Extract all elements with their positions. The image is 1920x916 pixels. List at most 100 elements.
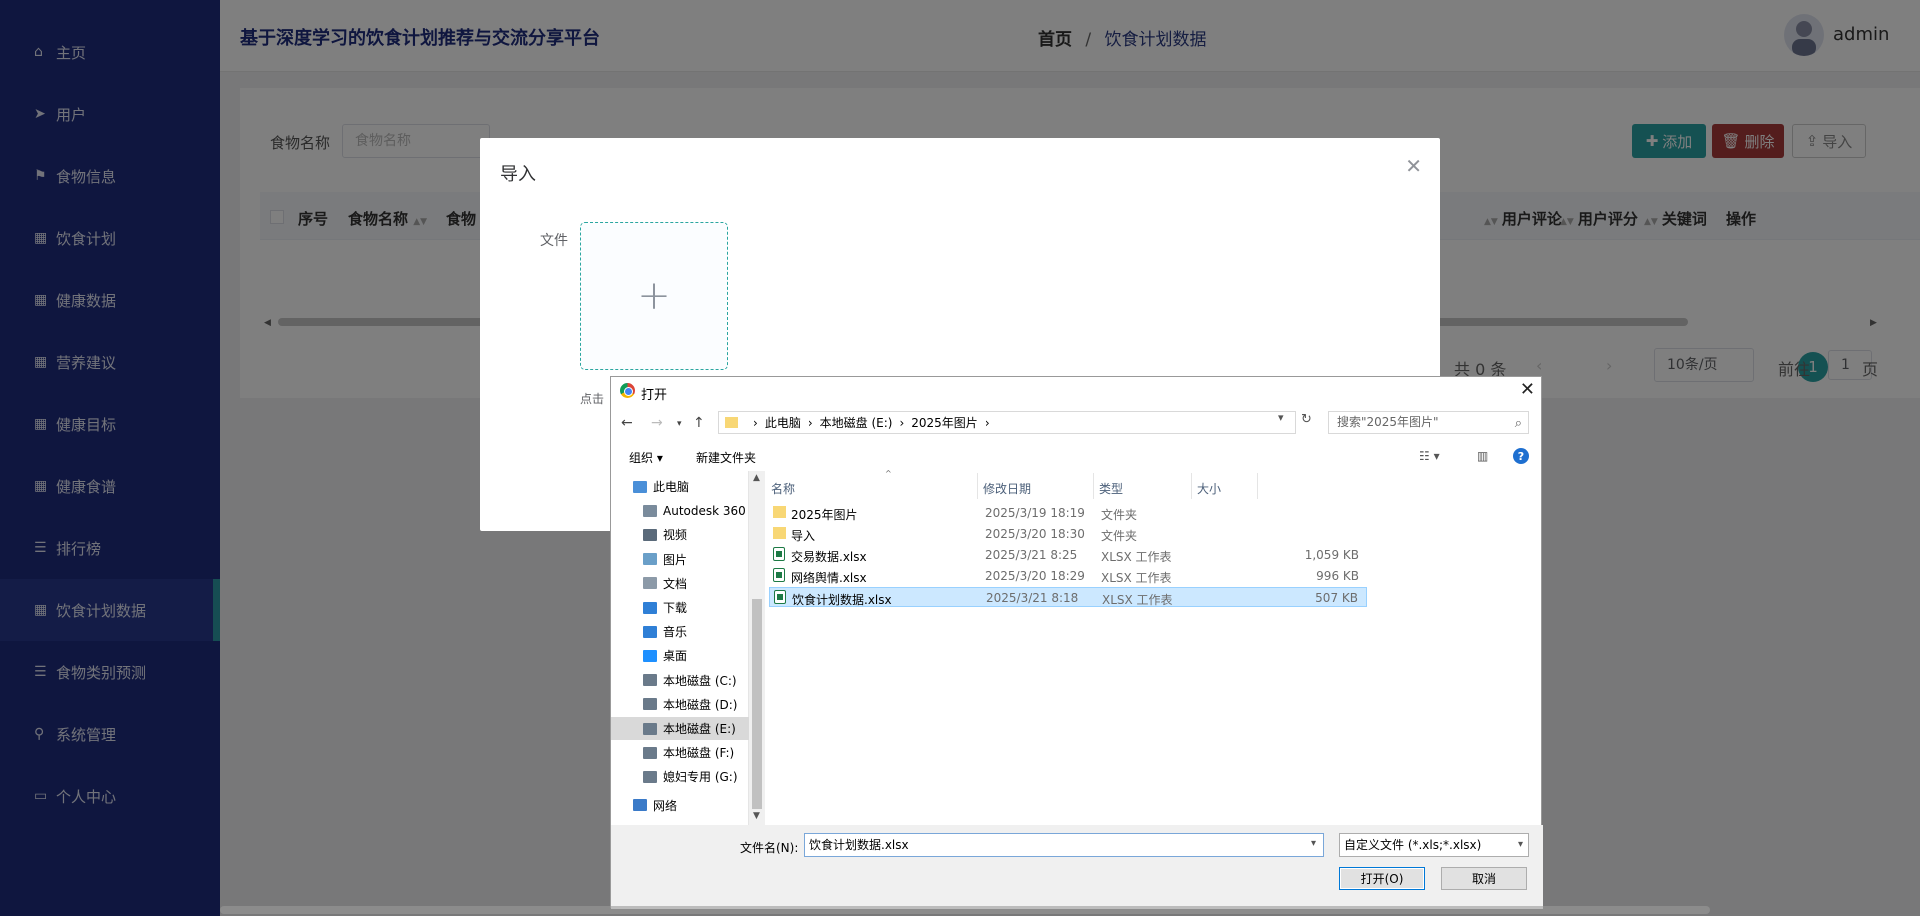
breadcrumb-segment[interactable]: 2025年图片 xyxy=(911,414,978,431)
tree-item[interactable]: 本地磁盘 (F:) xyxy=(611,741,749,764)
file-date: 2025/3/21 8:18 xyxy=(986,591,1079,605)
import-dialog-title: 导入 xyxy=(500,164,536,185)
file-name: 交易数据.xlsx xyxy=(791,550,867,564)
tree-item[interactable]: 桌面 xyxy=(611,644,749,667)
tree-item[interactable]: 图片 xyxy=(611,548,749,571)
tree-item[interactable]: 下载 xyxy=(611,596,749,619)
help-icon[interactable]: ? xyxy=(1513,448,1529,464)
new-folder-button[interactable]: 新建文件夹 xyxy=(696,449,756,466)
tree-item[interactable]: Autodesk 360 xyxy=(611,499,749,522)
page-horizontal-scrollbar[interactable] xyxy=(220,906,1710,914)
drive-folder-icon xyxy=(643,649,657,662)
file-type: 文件夹 xyxy=(1101,529,1138,543)
file-dialog-toolbar: 组织 ▾ 新建文件夹 ☷ ▾ ▥ ? xyxy=(611,441,1543,471)
open-button[interactable]: 打开(O) xyxy=(1339,867,1425,890)
scroll-up-icon[interactable]: ▲ xyxy=(753,473,760,483)
cancel-button[interactable]: 取消 xyxy=(1441,867,1527,890)
folder-icon xyxy=(773,506,786,518)
address-dropdown-icon[interactable]: ▾ xyxy=(1278,411,1284,424)
tree-scrollbar[interactable]: ▲ ▼ xyxy=(749,471,765,825)
navigation-bar: ← → ▾ ↑ › 此电脑 › 本地磁盘 (E:) › 2025年图片 › ▾ … xyxy=(611,407,1543,439)
tree-item[interactable]: 此电脑 xyxy=(611,475,749,498)
sort-indicator-icon: ^ xyxy=(885,469,892,478)
organize-button[interactable]: 组织 ▾ xyxy=(629,449,663,466)
breadcrumb-segment[interactable]: 本地磁盘 (E:) xyxy=(820,414,893,431)
search-input[interactable]: 搜索"2025年图片" ⌕ xyxy=(1328,411,1529,434)
chevron-down-icon[interactable]: ▾ xyxy=(1311,838,1316,849)
filename-label: 文件名(N): xyxy=(740,841,799,855)
filetype-select[interactable]: 自定义文件 (*.xls;*.xlsx) ▾ xyxy=(1339,833,1529,857)
back-arrow-icon[interactable]: ← xyxy=(621,415,633,431)
preview-pane-icon[interactable]: ▥ xyxy=(1477,449,1488,463)
view-options-icon[interactable]: ☷ ▾ xyxy=(1419,449,1440,463)
drive-folder-icon xyxy=(643,746,657,759)
file-dialog-footer: 文件名(N): 饮食计划数据.xlsx ▾ 自定义文件 (*.xls;*.xls… xyxy=(611,825,1543,909)
forward-arrow-icon[interactable]: → xyxy=(651,415,663,431)
excel-file-icon xyxy=(773,568,785,582)
plus-icon: + xyxy=(637,273,671,319)
file-date: 2025/3/19 18:19 xyxy=(985,506,1085,520)
chrome-icon xyxy=(620,383,635,398)
close-icon[interactable]: ✕ xyxy=(1520,379,1535,400)
file-dialog-title: 打开 xyxy=(641,388,668,403)
file-size: 1,059 KB xyxy=(1304,548,1359,562)
file-type: 文件夹 xyxy=(1101,508,1138,522)
drive-folder-icon xyxy=(643,722,657,735)
column-header-size[interactable]: 大小 xyxy=(1197,480,1221,497)
search-icon: ⌕ xyxy=(1514,416,1522,431)
recent-dropdown-icon[interactable]: ▾ xyxy=(677,419,682,429)
upload-tip: 点击 xyxy=(580,392,605,406)
upload-area[interactable]: + xyxy=(580,222,728,370)
file-name: 2025年图片 xyxy=(791,508,858,522)
file-type: XLSX 工作表 xyxy=(1101,571,1172,585)
tree-item[interactable]: 视频 xyxy=(611,523,749,546)
close-icon[interactable]: ✕ xyxy=(1405,154,1422,178)
excel-file-icon xyxy=(774,590,786,604)
excel-file-icon xyxy=(773,547,785,561)
tree-item[interactable]: 网络 xyxy=(611,794,749,817)
column-header-date[interactable]: 修改日期 xyxy=(983,480,1031,497)
drive-folder-icon xyxy=(643,770,657,783)
drive-folder-icon xyxy=(643,601,657,614)
file-open-dialog: 打开 ✕ ← → ▾ ↑ › 此电脑 › 本地磁盘 (E:) › 2025年图片… xyxy=(610,376,1543,909)
mouse-cursor-icon xyxy=(988,648,1000,666)
file-row[interactable]: 饮食计划数据.xlsx 2025/3/21 8:18 XLSX 工作表 507 KB xyxy=(769,587,1367,607)
tree-item[interactable]: 本地磁盘 (E:) xyxy=(611,717,749,740)
tree-item[interactable]: 文档 xyxy=(611,572,749,595)
drive-folder-icon xyxy=(643,698,657,711)
scroll-down-icon[interactable]: ▼ xyxy=(753,811,760,821)
file-name: 导入 xyxy=(791,529,816,543)
drive-folder-icon xyxy=(643,528,657,541)
file-size: 507 KB xyxy=(1315,591,1358,605)
up-arrow-icon[interactable]: ↑ xyxy=(693,415,705,431)
file-row[interactable]: 网络舆情.xlsx 2025/3/20 18:29 XLSX 工作表 996 KB xyxy=(769,566,1367,586)
file-date: 2025/3/21 8:25 xyxy=(985,548,1078,562)
file-label: 文件 xyxy=(540,233,568,249)
drive-folder-icon xyxy=(633,480,647,493)
tree-scroll-thumb[interactable] xyxy=(752,599,762,809)
file-date: 2025/3/20 18:30 xyxy=(985,527,1085,541)
folder-icon xyxy=(773,527,786,539)
file-type: XLSX 工作表 xyxy=(1102,593,1173,607)
column-header-name[interactable]: 名称 xyxy=(771,480,795,497)
chevron-down-icon: ▾ xyxy=(1517,839,1523,850)
tree-item[interactable]: 媳妇专用 (G:) xyxy=(611,765,749,788)
drive-folder-icon xyxy=(643,577,657,590)
file-list: ^ 名称 修改日期 类型 大小 2025年图片 2025/3/19 18:19 文件… xyxy=(767,469,1542,825)
file-row[interactable]: 2025年图片 2025/3/19 18:19 文件夹 xyxy=(769,503,1367,523)
drive-folder-icon xyxy=(643,674,657,687)
tree-item[interactable]: 本地磁盘 (D:) xyxy=(611,693,749,716)
file-row[interactable]: 导入 2025/3/20 18:30 文件夹 xyxy=(769,524,1367,544)
filename-input[interactable]: 饮食计划数据.xlsx xyxy=(804,833,1324,857)
file-name: 网络舆情.xlsx xyxy=(791,571,867,585)
file-name: 饮食计划数据.xlsx xyxy=(792,593,892,607)
tree-item[interactable]: 音乐 xyxy=(611,620,749,643)
drive-folder-icon xyxy=(633,799,647,812)
file-type: XLSX 工作表 xyxy=(1101,550,1172,564)
tree-item[interactable]: 本地磁盘 (C:) xyxy=(611,669,749,692)
file-row[interactable]: 交易数据.xlsx 2025/3/21 8:25 XLSX 工作表 1,059 KB xyxy=(769,545,1367,565)
column-header-type[interactable]: 类型 xyxy=(1099,480,1123,497)
address-bar[interactable]: › 此电脑 › 本地磁盘 (E:) › 2025年图片 › xyxy=(718,411,1296,434)
breadcrumb-segment[interactable]: 此电脑 xyxy=(765,414,801,431)
refresh-icon[interactable]: ↻ xyxy=(1301,412,1321,435)
